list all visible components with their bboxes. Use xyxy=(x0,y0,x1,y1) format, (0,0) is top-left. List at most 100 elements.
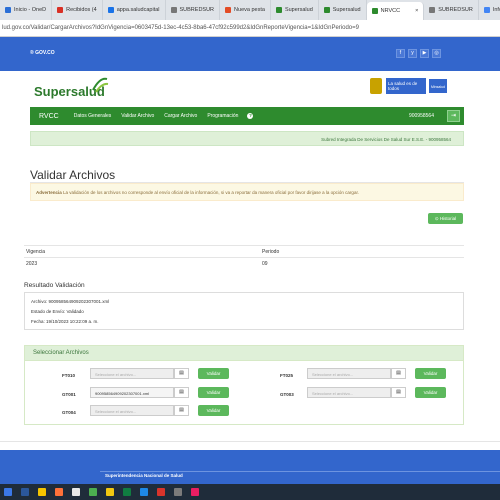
nav-datos-generales[interactable]: Datos Generales xyxy=(69,113,117,119)
tab-favicon-icon xyxy=(275,7,282,13)
tab-label: Inform xyxy=(492,7,500,13)
browse-folder-icon[interactable]: ▤ xyxy=(174,368,189,379)
youtube-icon[interactable]: ▶ xyxy=(420,49,429,58)
validate-button-ft010[interactable]: Validar xyxy=(198,368,229,379)
tab-close-icon[interactable]: × xyxy=(415,8,418,14)
file-input-gt004[interactable]: Seleccione el archivo... xyxy=(90,405,174,416)
taskbar-app-icon[interactable] xyxy=(174,488,182,496)
nav-programacion[interactable]: Programación xyxy=(202,113,243,119)
taskbar-app-icon[interactable] xyxy=(191,488,199,496)
warning-label: Advertencia xyxy=(36,190,62,195)
tab-favicon-icon xyxy=(5,7,11,13)
file-label-gt003: GT003 xyxy=(280,392,294,397)
address-bar[interactable]: lud.gov.co/Validar/CargarArchivos?IdGnVi… xyxy=(0,20,500,37)
browse-folder-icon[interactable]: ▤ xyxy=(174,387,189,398)
file-label-ft025: FT025 xyxy=(280,373,294,378)
entity-banner: Subred Integrada De Servicios De Salud S… xyxy=(30,131,464,146)
tab-label: NRVCC xyxy=(380,8,401,14)
footer xyxy=(0,450,500,484)
tab-favicon-icon xyxy=(371,8,378,14)
file-input-gt003[interactable]: Seleccione el archivo... xyxy=(307,387,391,398)
browser-tab[interactable]: Inicio - OneD xyxy=(0,0,53,20)
browser-tab[interactable]: appa.saludcapital xyxy=(103,0,166,20)
browser-tab[interactable]: NRVCC × xyxy=(366,2,425,20)
taskbar-app-icon[interactable] xyxy=(123,488,131,496)
taskbar-app-icon[interactable] xyxy=(21,488,29,496)
table-header-row: Vigencia Periodo xyxy=(24,245,464,257)
taskbar-app-icon[interactable] xyxy=(72,488,80,496)
gov-badge: La salud es de todos xyxy=(386,78,426,94)
page-title: Validar Archivos xyxy=(30,168,116,182)
colombia-seal-icon xyxy=(370,78,382,94)
tab-label: SUBREDSUR xyxy=(179,7,215,13)
history-button[interactable]: ⊙ Historial xyxy=(428,213,463,224)
period-table: Vigencia Periodo 2023 09 xyxy=(24,245,464,269)
validate-button-gt004[interactable]: Validar xyxy=(198,405,229,416)
warning-alert: Advertencia La validación de los archivo… xyxy=(30,183,464,201)
tab-label: Supersalud xyxy=(332,7,361,13)
result-box: Archivo: 900958564909202307001.xml Estad… xyxy=(24,292,464,330)
browser-tab[interactable]: Recibidos (4 xyxy=(52,0,103,20)
taskbar-app-icon[interactable] xyxy=(89,488,97,496)
nav-cargar-archivo[interactable]: Cargar Archivo xyxy=(159,113,202,119)
facebook-icon[interactable]: f xyxy=(396,49,405,58)
nav-validar-archivo[interactable]: Validar Archivo xyxy=(116,113,159,119)
tab-favicon-icon xyxy=(107,7,114,13)
taskbar-app-icon[interactable] xyxy=(106,488,114,496)
file-input-gt001[interactable]: 900958564909202307001.xml xyxy=(90,387,174,398)
file-input-ft025[interactable]: Seleccione el archivo... xyxy=(307,368,391,379)
tab-favicon-icon xyxy=(57,7,64,13)
gov-co-bar: ® GOV.CO f y ▶ ◎ xyxy=(0,37,500,71)
browser-tab[interactable]: SUBREDSUR xyxy=(166,0,221,20)
browser-tab[interactable]: Supersalud xyxy=(319,0,367,20)
tab-favicon-icon xyxy=(225,7,232,13)
main-nav: RVCC Datos Generales Validar Archivo Car… xyxy=(30,107,464,125)
result-date: Fecha: 19/10/2023 10:22:09 a. m. xyxy=(31,319,99,324)
footer-line xyxy=(100,471,500,472)
file-label-gt001: GT001 xyxy=(62,392,76,397)
browser-tab[interactable]: Supersalud xyxy=(271,0,319,20)
validate-button-gt003[interactable]: Validar xyxy=(415,387,446,398)
cell-vigencia: 2023 xyxy=(26,260,38,267)
tab-favicon-icon xyxy=(323,7,330,13)
browse-folder-icon[interactable]: ▤ xyxy=(391,368,406,379)
validate-button-ft025[interactable]: Validar xyxy=(415,368,446,379)
footer-title: Superintendencia Nacional de Salud xyxy=(105,473,183,478)
tab-label: Recibidos (4 xyxy=(66,7,97,13)
browser-tab[interactable]: Nueva pesta xyxy=(220,0,271,20)
result-file: Archivo: 900958564909202307001.xml xyxy=(31,299,110,304)
taskbar-app-icon[interactable] xyxy=(157,488,165,496)
gov-co-logo[interactable]: ® GOV.CO xyxy=(30,50,55,56)
tab-label: SUBREDSUR xyxy=(438,7,473,13)
instagram-icon[interactable]: ◎ xyxy=(432,49,441,58)
logout-button[interactable]: ⇥ xyxy=(447,110,460,122)
os-taskbar xyxy=(0,484,500,500)
twitter-icon[interactable]: y xyxy=(408,49,417,58)
tab-label: Supersalud xyxy=(284,7,313,13)
taskbar-app-icon[interactable] xyxy=(55,488,63,496)
header-periodo: Periodo xyxy=(262,248,280,255)
header-vigencia: Vigencia xyxy=(26,248,46,255)
file-input-ft010[interactable]: Seleccione el archivo... xyxy=(90,368,174,379)
tab-favicon-icon xyxy=(170,7,177,13)
table-row: 2023 09 xyxy=(24,257,464,269)
help-icon[interactable]: ? xyxy=(247,113,254,119)
nav-home[interactable]: RVCC xyxy=(30,113,69,120)
tab-favicon-icon xyxy=(483,7,490,13)
file-label-ft010: FT010 xyxy=(62,373,76,378)
tab-label: appa.saludcapital xyxy=(116,7,160,13)
footer-divider xyxy=(0,441,500,442)
browse-folder-icon[interactable]: ▤ xyxy=(174,405,189,416)
browser-tab-strip: Inicio - OneD Recibidos (4 appa.saludcapit… xyxy=(0,0,500,20)
supersalud-swirl-icon xyxy=(92,77,109,93)
nav-nit: 900958564 xyxy=(408,113,434,119)
taskbar-app-icon[interactable] xyxy=(140,488,148,496)
browse-folder-icon[interactable]: ▤ xyxy=(391,387,406,398)
file-label-gt004: GT004 xyxy=(62,410,76,415)
validate-button-gt001[interactable]: Validar xyxy=(198,387,229,398)
taskbar-app-icon[interactable] xyxy=(38,488,46,496)
browser-tab[interactable]: Inform xyxy=(479,0,500,20)
browser-tab[interactable]: SUBREDSUR xyxy=(424,0,479,20)
taskbar-app-icon[interactable] xyxy=(4,488,12,496)
tab-label: Inicio - OneD xyxy=(14,7,47,13)
